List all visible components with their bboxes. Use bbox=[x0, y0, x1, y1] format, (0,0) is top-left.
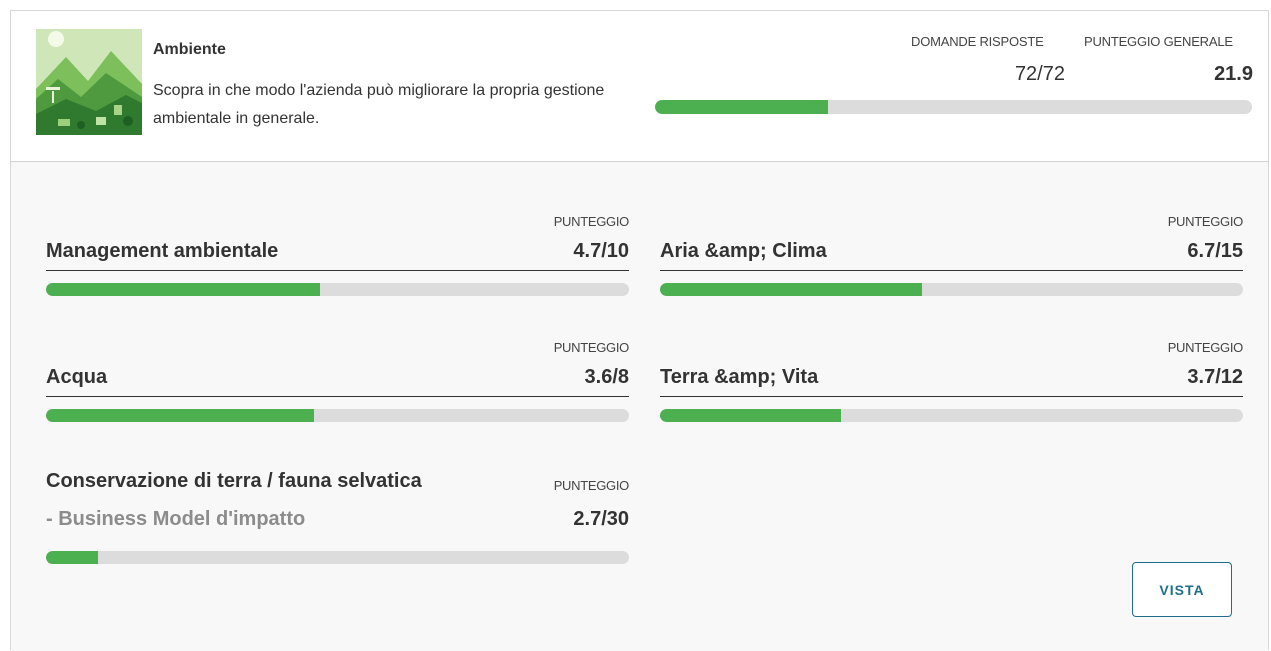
category-score: 3.7/12 bbox=[1187, 366, 1243, 388]
category-terra-vita: PUNTEGGIO Terra &amp; Vita 3.7/12 bbox=[660, 328, 1243, 423]
category-score: 6.7/15 bbox=[1187, 240, 1243, 262]
category-score-label: PUNTEGGIO bbox=[553, 478, 630, 493]
answered-questions-label: DOMANDE RISPOSTE bbox=[911, 34, 1044, 49]
category-divider bbox=[46, 270, 629, 271]
category-score-label: PUNTEGGIO bbox=[553, 340, 630, 355]
category-progress-bar bbox=[660, 283, 1243, 296]
category-divider bbox=[660, 396, 1243, 397]
section-description: Scopra in che modo l'azienda può miglior… bbox=[153, 82, 605, 127]
environment-card: Ambiente Scopra in che modo l'azienda pu… bbox=[10, 10, 1269, 651]
category-progress-fill bbox=[46, 283, 320, 296]
category-progress-fill bbox=[660, 283, 923, 296]
category-progress-fill bbox=[660, 409, 841, 422]
category-progress-bar bbox=[46, 409, 629, 422]
category-name: Conservazione di terra / fauna selvatica bbox=[46, 470, 422, 492]
category-score-label: PUNTEGGIO bbox=[1167, 214, 1244, 229]
category-name: Terra &amp; Vita bbox=[660, 366, 819, 388]
category-subname: - Business Model d'impatto bbox=[46, 508, 306, 530]
category-name: Aria &amp; Clima bbox=[660, 240, 827, 262]
category-aria-clima: PUNTEGGIO Aria &amp; Clima 6.7/15 bbox=[660, 202, 1243, 297]
category-progress-fill bbox=[46, 551, 99, 564]
category-name: Management ambientale bbox=[46, 240, 279, 262]
category-acqua: PUNTEGGIO Acqua 3.6/8 bbox=[46, 328, 629, 423]
category-list: PUNTEGGIO Management ambientale 4.7/10 P… bbox=[11, 162, 1268, 651]
category-progress-bar bbox=[46, 283, 629, 296]
category-progress-bar bbox=[46, 551, 629, 564]
environment-landscape-image bbox=[36, 29, 142, 135]
section-header: Ambiente Scopra in che modo l'azienda pu… bbox=[11, 11, 1268, 162]
category-progress-bar bbox=[660, 409, 1243, 422]
category-divider bbox=[46, 396, 629, 397]
category-score-label: PUNTEGGIO bbox=[1167, 340, 1244, 355]
category-score: 2.7/30 bbox=[573, 508, 629, 530]
section-title: Ambiente bbox=[153, 41, 226, 58]
category-conservazione-terra-fauna: Conservazione di terra / fauna selvatica… bbox=[46, 456, 629, 566]
overall-score-value: 21.9 bbox=[1214, 63, 1253, 85]
category-progress-fill bbox=[46, 409, 315, 422]
category-score: 3.6/8 bbox=[584, 366, 629, 388]
view-button[interactable]: VISTA bbox=[1132, 562, 1232, 617]
category-score: 4.7/10 bbox=[573, 240, 629, 262]
category-name: Acqua bbox=[46, 366, 108, 388]
overall-progress-bar bbox=[655, 100, 1252, 114]
overall-progress-fill bbox=[655, 100, 829, 114]
category-score-label: PUNTEGGIO bbox=[553, 214, 630, 229]
category-divider bbox=[660, 270, 1243, 271]
answered-questions-value: 72/72 bbox=[1014, 63, 1065, 85]
category-management-ambientale: PUNTEGGIO Management ambientale 4.7/10 bbox=[46, 202, 629, 297]
overall-score-label: PUNTEGGIO GENERALE bbox=[1084, 34, 1233, 49]
